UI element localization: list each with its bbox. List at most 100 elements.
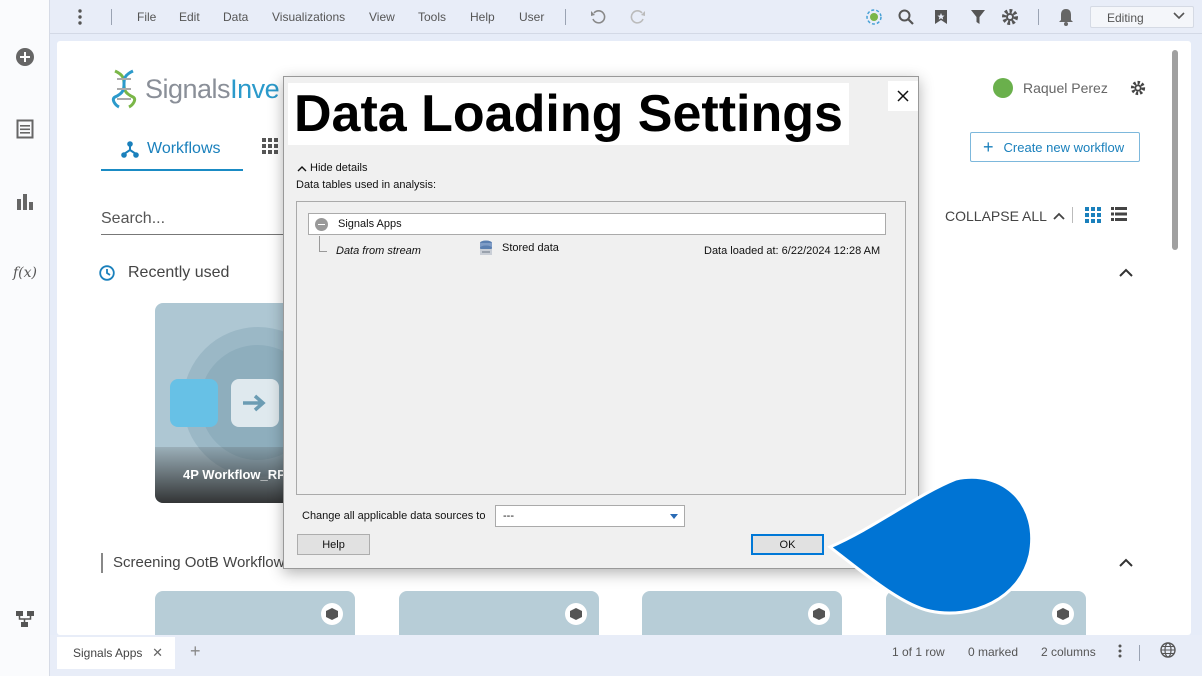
workflow-card[interactable]	[399, 591, 599, 635]
mode-label: Editing	[1107, 11, 1144, 25]
package-icon	[321, 603, 343, 625]
menu-view[interactable]: View	[369, 10, 395, 24]
function-icon[interactable]: f(x)	[12, 260, 38, 286]
group-name: Signals Apps	[338, 218, 402, 230]
marked-count: 0 marked	[968, 645, 1019, 659]
dna-logo-icon	[111, 69, 137, 109]
data-source-name: Data from stream	[336, 245, 421, 257]
dialog-title: Data Loading Settings	[288, 83, 849, 145]
ai-assistant-icon[interactable]	[864, 7, 884, 27]
filter-icon[interactable]	[968, 7, 988, 27]
data-canvas-icon[interactable]	[12, 606, 38, 632]
database-icon	[480, 240, 492, 255]
menu-data[interactable]: Data	[223, 10, 248, 24]
menu-visualizations[interactable]: Visualizations	[272, 10, 345, 24]
change-sources-value: ---	[503, 510, 514, 522]
chevron-up-icon	[297, 165, 307, 171]
add-tab-icon[interactable]: +	[190, 641, 201, 662]
change-sources-label: Change all applicable data sources to	[302, 510, 486, 522]
bookmark-icon[interactable]	[931, 7, 951, 27]
add-icon[interactable]	[12, 44, 38, 70]
notifications-bell-icon[interactable]	[1056, 7, 1076, 27]
data-loaded-timestamp: Data loaded at: 6/22/2024 12:28 AM	[704, 245, 881, 257]
section-screening-title: Screening OotB Workflows	[101, 553, 292, 573]
logo-text-signals: Signals	[145, 73, 231, 104]
signals-logo: SignalsInve	[107, 67, 280, 111]
menu-separator	[565, 9, 566, 25]
collapse-minus-icon[interactable]	[315, 217, 328, 231]
create-workflow-button[interactable]: + Create new workflow	[970, 132, 1140, 162]
status-bar: Signals Apps ✕ + 1 of 1 row 0 marked 2 c…	[50, 635, 1202, 676]
package-icon	[565, 603, 587, 625]
user-name: Raquel Perez	[1023, 80, 1108, 96]
more-vertical-icon[interactable]	[70, 7, 90, 27]
menu-separator	[1038, 9, 1039, 25]
tab-workflows[interactable]: Workflows	[101, 129, 243, 171]
user-profile[interactable]: Raquel Perez	[993, 78, 1146, 98]
logo-text-inve: Inve	[230, 73, 280, 104]
close-icon[interactable]	[888, 81, 918, 111]
user-settings-gear-icon[interactable]	[1130, 80, 1146, 96]
clock-icon	[99, 265, 115, 281]
data-table-group[interactable]: Signals Apps	[308, 213, 886, 235]
workflow-card[interactable]	[155, 591, 355, 635]
menu-tools[interactable]: Tools	[418, 10, 446, 24]
menu-edit[interactable]: Edit	[179, 10, 200, 24]
undo-icon[interactable]	[588, 7, 608, 27]
settings-gear-icon[interactable]	[1000, 7, 1020, 27]
tables-label: Data tables used in analysis:	[296, 179, 437, 191]
chevron-up-icon	[1053, 212, 1065, 220]
data-table-tab[interactable]: Signals Apps ✕	[57, 637, 175, 669]
menu-file[interactable]: File	[137, 10, 156, 24]
help-button[interactable]: Help	[297, 534, 370, 555]
collapse-section-chevron-icon[interactable]	[1118, 265, 1134, 281]
ok-button[interactable]: OK	[751, 534, 824, 555]
divider	[1139, 645, 1140, 661]
package-icon	[1052, 603, 1074, 625]
workflow-card-title: 4P Workflow_RP	[155, 447, 295, 503]
data-source-type-label: Stored data	[502, 242, 559, 254]
list-view-icon[interactable]	[1111, 207, 1127, 226]
row-count: 1 of 1 row	[892, 645, 945, 659]
pointer-callout-shape	[827, 475, 1034, 615]
card-thumbnail-block	[170, 379, 218, 427]
more-vertical-icon[interactable]	[1110, 641, 1130, 661]
mode-dropdown[interactable]: Editing	[1090, 6, 1194, 28]
workflow-icon	[121, 141, 139, 158]
recently-used-label: Recently used	[128, 264, 230, 281]
files-icon[interactable]	[12, 116, 38, 142]
data-table-tab-label: Signals Apps	[73, 646, 143, 660]
hide-details-toggle[interactable]: Hide details	[297, 162, 367, 174]
menu-user[interactable]: User	[519, 10, 544, 24]
globe-icon[interactable]	[1158, 640, 1178, 660]
grid-view-icon[interactable]	[1085, 207, 1101, 228]
collapse-section-chevron-icon[interactable]	[1118, 555, 1134, 571]
menu-bar: File Edit Data Visualizations View Tools…	[50, 0, 1202, 34]
workflow-card[interactable]	[642, 591, 842, 635]
arrow-right-icon	[231, 379, 279, 427]
search-input[interactable]: Search...	[101, 207, 291, 235]
plus-icon: +	[983, 137, 994, 157]
close-tab-icon[interactable]: ✕	[152, 645, 163, 661]
dropdown-arrow-icon	[670, 514, 678, 519]
search-icon[interactable]	[896, 7, 916, 27]
collapse-all-button[interactable]: COLLAPSE ALL	[945, 208, 1065, 224]
menu-help[interactable]: Help	[470, 10, 495, 24]
tab-workflows-label: Workflows	[147, 140, 221, 157]
collapse-all-label: COLLAPSE ALL	[945, 208, 1047, 224]
create-workflow-label: Create new workflow	[1003, 139, 1125, 155]
tree-connector	[319, 236, 327, 252]
redo-icon[interactable]	[628, 7, 648, 27]
left-rail: f(x)	[0, 0, 50, 676]
visualization-icon[interactable]	[12, 188, 38, 214]
data-loading-settings-dialog: Data Loading Settings Hide details Data …	[283, 76, 919, 569]
tab-apps-grid-icon[interactable]	[262, 138, 278, 159]
menu-separator	[111, 9, 112, 25]
scrollbar[interactable]	[1172, 50, 1178, 250]
data-source-type[interactable]: Stored data	[479, 240, 559, 256]
change-sources-select[interactable]: ---	[495, 505, 685, 527]
data-tables-list: Signals Apps Data from stream Stored dat…	[296, 201, 906, 495]
workflow-card[interactable]: 4P Workflow_RP	[155, 303, 295, 503]
column-count: 2 columns	[1041, 645, 1096, 659]
hide-details-label: Hide details	[310, 162, 368, 174]
